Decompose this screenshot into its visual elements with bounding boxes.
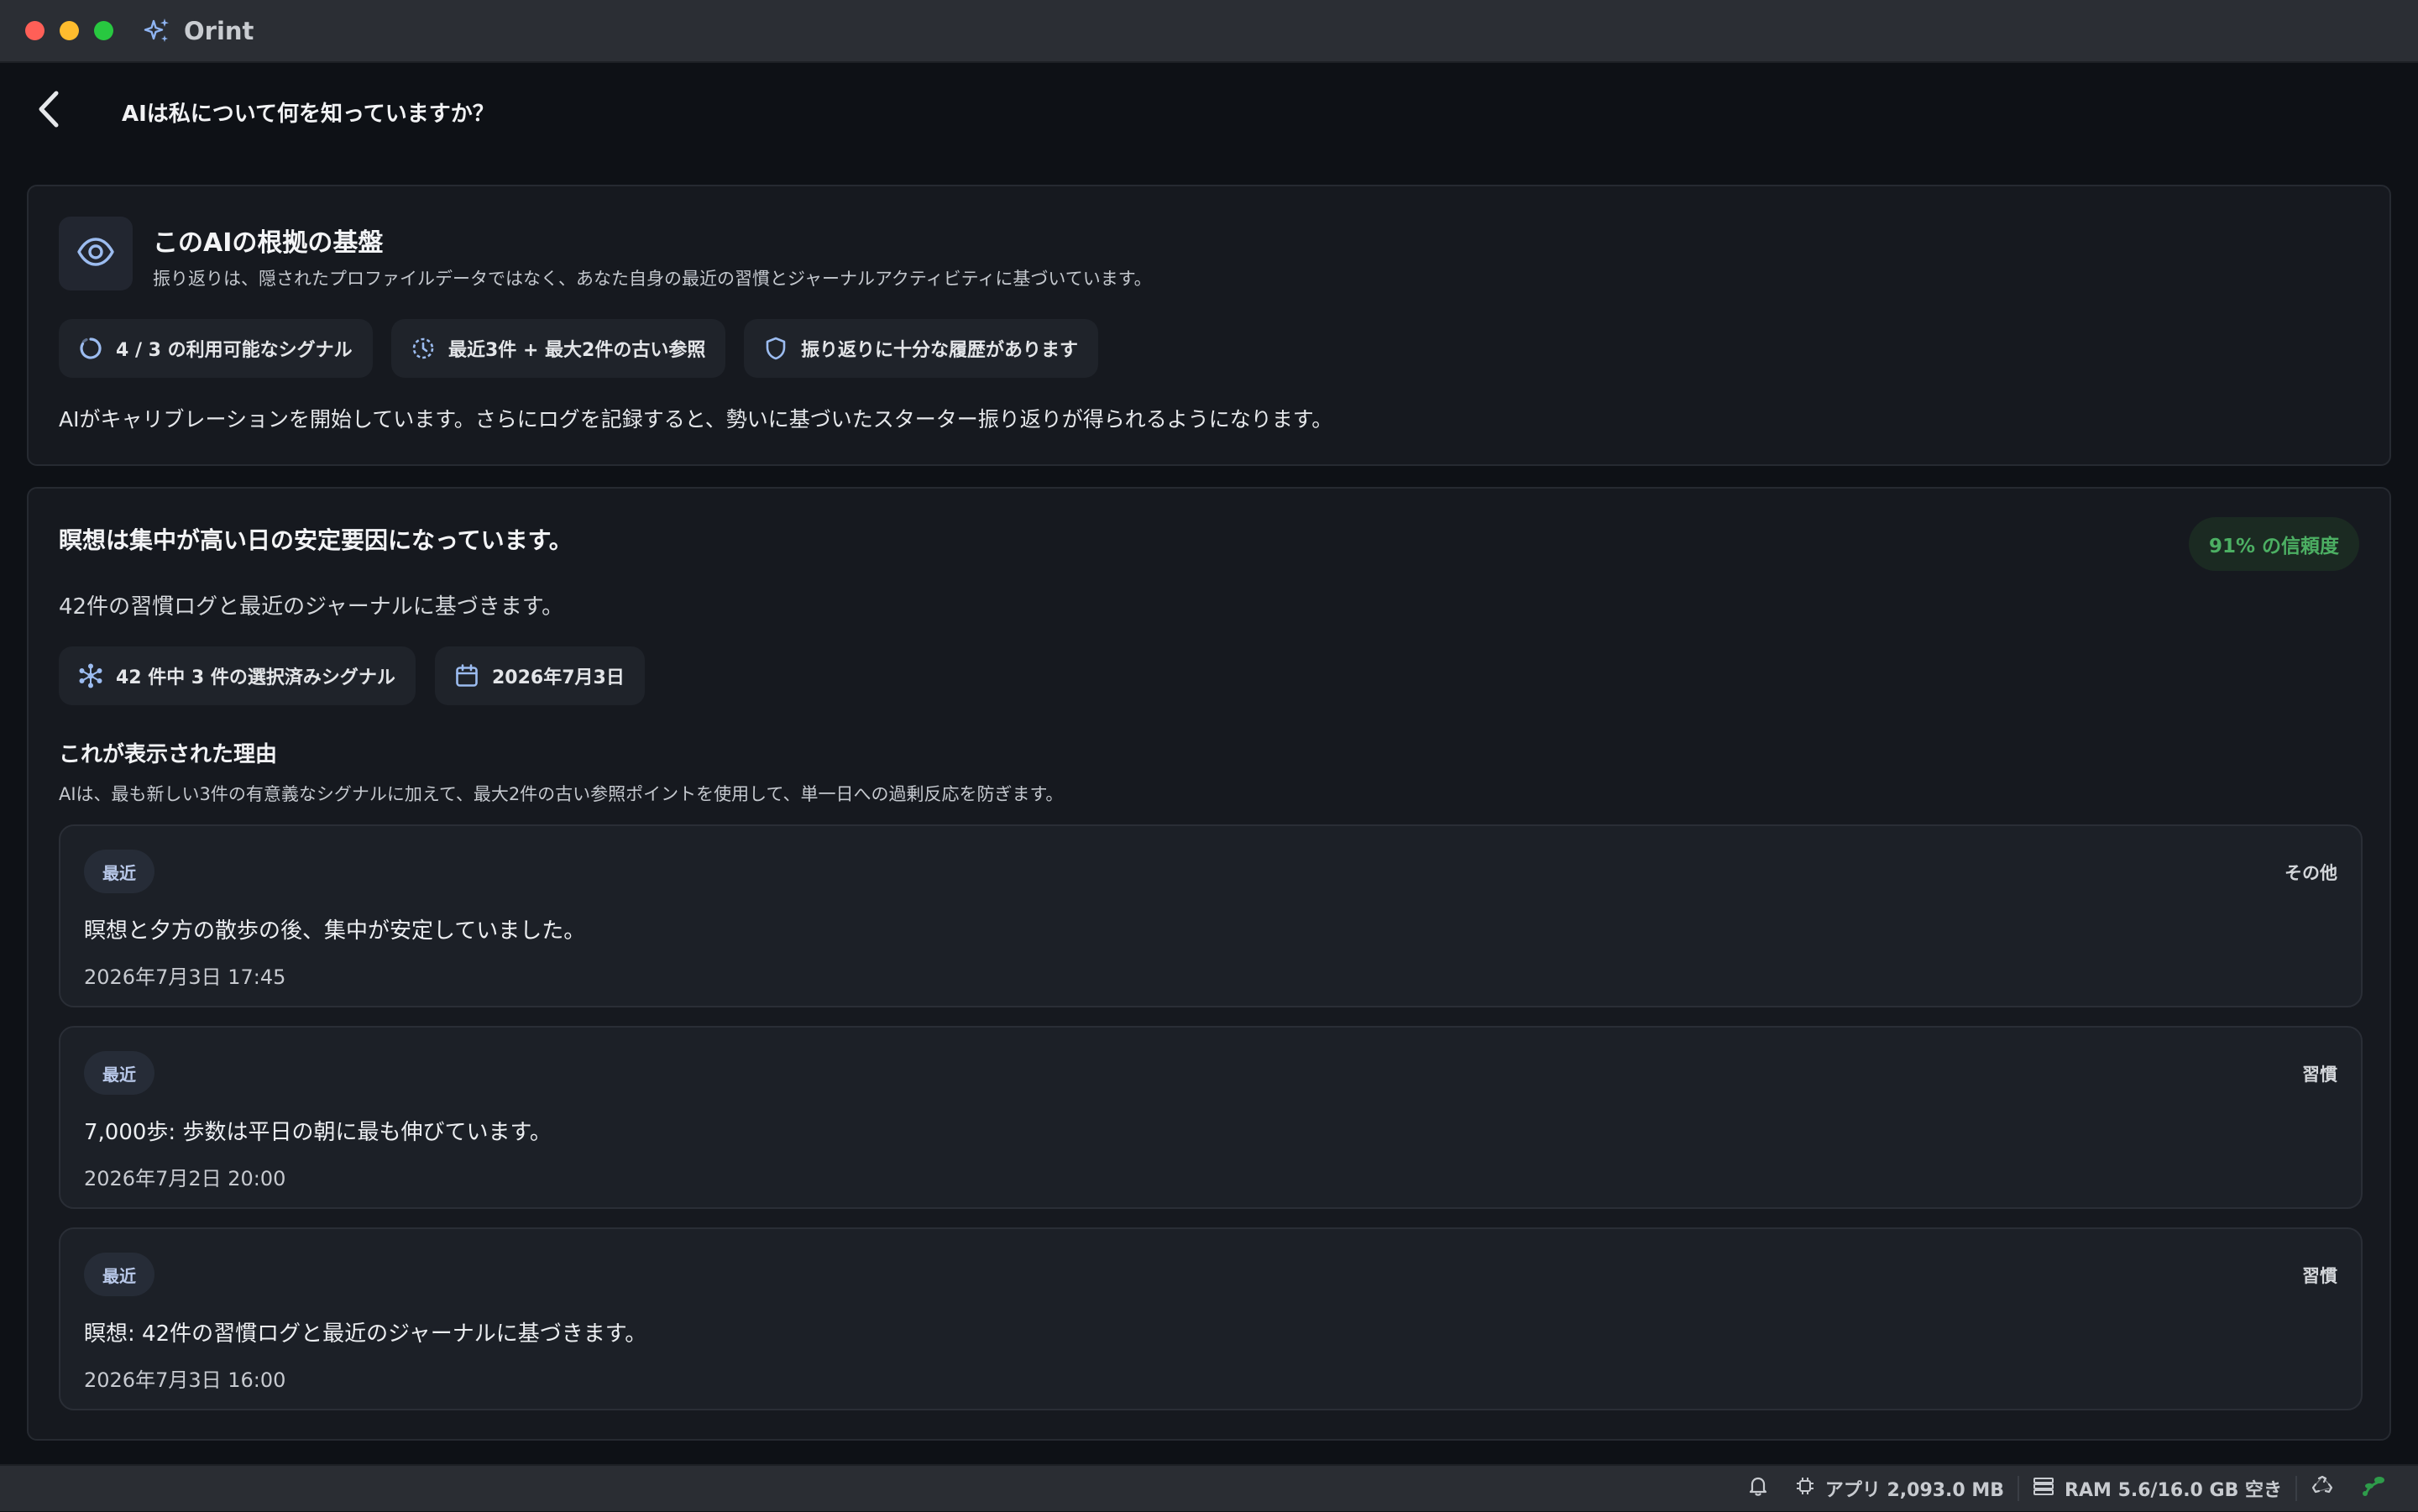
why-shown-text: AIは、最も新しい3件の有意義なシグナルに加えて、最大2件の古い参照ポイントを使… bbox=[59, 784, 1064, 804]
status-bar: アプリ 2,093.0 MB RAM 5.6/16.0 GB 空き bbox=[0, 1464, 2418, 1511]
app-name: Orint bbox=[184, 16, 254, 45]
eye-icon bbox=[76, 232, 116, 275]
basis-title: このAIの根拠の基盤 bbox=[153, 228, 384, 258]
page-title: AIは私について何を知っていますか？ bbox=[122, 102, 495, 127]
calibration-note: AIがキャリブレーションを開始しています。さらにログを記録すると、勢いに基づいた… bbox=[59, 407, 1333, 432]
signal-card: 最近 その他 瞑想と夕方の散歩の後、集中が安定していました。 2026年7月3日… bbox=[59, 824, 2363, 1007]
window-controls bbox=[25, 21, 113, 40]
insight-subtitle: 42件の習慣ログと最近のジャーナルに基づきます。 bbox=[59, 594, 564, 620]
shield-icon bbox=[762, 335, 789, 362]
signal-text: 瞑想: 42件の習慣ログと最近のジャーナルに基づきます。 bbox=[84, 1321, 647, 1347]
ram-indicator: RAM 5.6/16.0 GB 空き bbox=[2019, 1465, 2295, 1512]
cpu-chip-icon bbox=[1795, 1476, 1815, 1501]
signal-card: 最近 習慣 7,000歩: 歩数は平日の朝に最も伸びています。 2026年7月2… bbox=[59, 1026, 2363, 1209]
confidence-badge: 91% の信頼度 bbox=[2188, 517, 2359, 571]
grounding-basis-card: このAIの根拠の基盤 振り返りは、隠されたプロファイルデータではなく、あなた自身… bbox=[27, 185, 2391, 466]
insight-card: 瞑想は集中が高い日の安定要因になっています。 91% の信頼度 42件の習慣ログ… bbox=[27, 487, 2391, 1441]
insight-title: 瞑想は集中が高い日の安定要因になっています。 bbox=[59, 526, 573, 554]
recycle-button[interactable] bbox=[2297, 1465, 2347, 1512]
memory-stack-icon bbox=[2033, 1477, 2054, 1500]
signal-timestamp: 2026年7月3日 17:45 bbox=[84, 965, 286, 989]
window-titlebar: Orint bbox=[0, 0, 2418, 63]
back-button[interactable] bbox=[30, 88, 67, 133]
signal-category: 習慣 bbox=[2302, 1065, 2337, 1085]
status-indicator-button[interactable] bbox=[2347, 1465, 2400, 1512]
selected-signals-chip: 42 件中 3 件の選択済みシグナル bbox=[59, 646, 416, 705]
signal-card: 最近 習慣 瞑想: 42件の習慣ログと最近のジャーナルに基づきます。 2026年… bbox=[59, 1227, 2363, 1410]
sparkles-icon bbox=[142, 16, 172, 46]
basis-subtitle: 振り返りは、隠されたプロファイルデータではなく、あなた自身の最近の習慣とジャーナ… bbox=[153, 269, 1152, 289]
history-sufficient-label: 振り返りに十分な履歴があります bbox=[801, 340, 1079, 361]
signal-text: 瞑想と夕方の散歩の後、集中が安定していました。 bbox=[84, 918, 586, 944]
network-icon bbox=[77, 662, 104, 689]
page-header: AIは私について何を知っていますか？ bbox=[0, 65, 2418, 157]
chevron-left-icon bbox=[36, 90, 61, 132]
progress-ring-icon bbox=[77, 335, 104, 362]
available-signals-label: 4 / 3 の利用可能なシグナル bbox=[116, 340, 353, 361]
notifications-button[interactable] bbox=[1735, 1465, 1782, 1512]
calendar-icon bbox=[453, 662, 480, 689]
recency-tag: 最近 bbox=[84, 850, 154, 893]
reference-window-chip: 最近3件 + 最大2件の古い参照 bbox=[391, 319, 726, 378]
clock-history-icon bbox=[410, 335, 437, 362]
eye-icon-box bbox=[59, 217, 133, 290]
selected-signals-label: 42 件中 3 件の選択済みシグナル bbox=[116, 667, 395, 688]
signal-category: その他 bbox=[2285, 863, 2337, 883]
bell-icon bbox=[1748, 1475, 1768, 1502]
signal-category: 習慣 bbox=[2302, 1266, 2337, 1286]
plant-icon bbox=[2361, 1474, 2386, 1503]
app-memory-indicator: アプリ 2,093.0 MB bbox=[1782, 1465, 2018, 1512]
ram-label: RAM 5.6/16.0 GB 空き bbox=[2065, 1480, 2282, 1501]
zoom-window-button[interactable] bbox=[94, 21, 113, 40]
recency-tag: 最近 bbox=[84, 1051, 154, 1095]
why-shown-title: これが表示された理由 bbox=[59, 742, 278, 767]
app-memory-label: アプリ 2,093.0 MB bbox=[1824, 1480, 2005, 1501]
signal-text: 7,000歩: 歩数は平日の朝に最も伸びています。 bbox=[84, 1120, 552, 1145]
recycle-icon bbox=[2311, 1474, 2334, 1503]
signal-timestamp: 2026年7月2日 20:00 bbox=[84, 1167, 286, 1190]
minimize-window-button[interactable] bbox=[60, 21, 79, 40]
insight-date-label: 2026年7月3日 bbox=[492, 667, 625, 688]
close-window-button[interactable] bbox=[25, 21, 44, 40]
signal-timestamp: 2026年7月3日 16:00 bbox=[84, 1368, 286, 1392]
reference-window-label: 最近3件 + 最大2件の古い参照 bbox=[448, 340, 706, 361]
recency-tag: 最近 bbox=[84, 1253, 154, 1296]
insight-date-chip: 2026年7月3日 bbox=[435, 646, 645, 705]
available-signals-chip: 4 / 3 の利用可能なシグナル bbox=[59, 319, 373, 378]
history-sufficient-chip: 振り返りに十分な履歴があります bbox=[744, 319, 1099, 378]
